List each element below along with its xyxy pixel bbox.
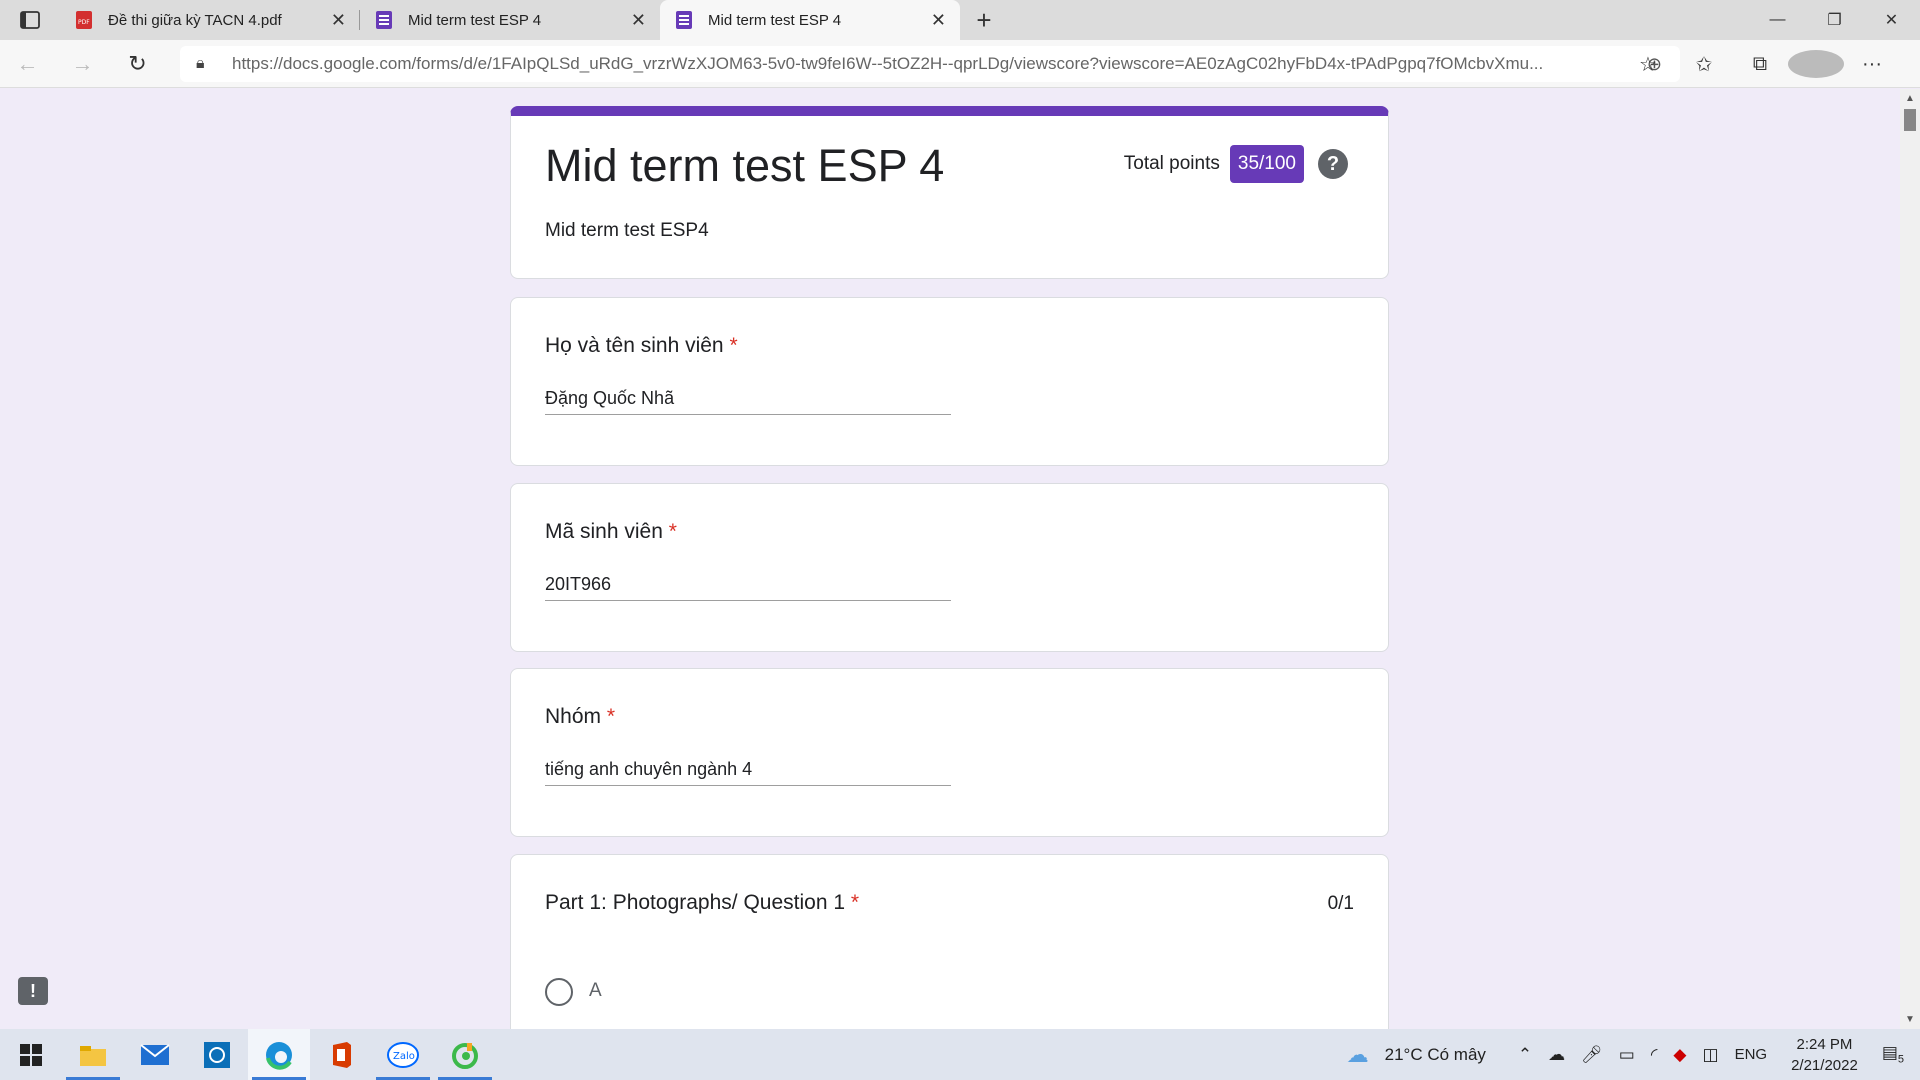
scrollbar-thumb[interactable] [1904,109,1916,131]
page-title: Mid term test ESP 4 [545,140,945,191]
form-page: Mid term test ESP 4 Mid term test ESP4 T… [0,89,1900,1029]
refresh-icon[interactable]: ↻ [110,40,165,88]
close-tab-icon[interactable]: ✕ [631,10,646,31]
question-card-group: Nhóm * tiếng anh chuyên ngành 4 [510,668,1389,837]
url-text[interactable]: https://docs.google.com/forms/d/e/1FAIpQ… [232,54,1612,74]
help-icon[interactable]: ? [1318,149,1348,179]
lock-icon: 🔒︎ [196,55,205,72]
add-favorite-icon[interactable]: ☆ [1620,52,1676,77]
address-toolbar: ← → ↻ 🔒︎ https://docs.google.com/forms/d… [0,40,1920,88]
scroll-up-icon[interactable]: ▲ [1905,93,1915,104]
weather-text[interactable]: 21°C Có mây [1385,1045,1486,1065]
question-card-student-id: Mã sinh viên * 20IT966 [510,483,1389,652]
required-mark: * [850,891,860,914]
question-label: Họ và tên sinh viên * [545,334,738,358]
clock[interactable]: 2:24 PM 2/21/2022 [1791,1034,1858,1076]
favorites-icon[interactable]: ✩ [1676,52,1732,77]
required-mark: * [668,520,677,543]
tab-label: Đề thi giữa kỳ TACN 4.pdf [108,11,282,29]
pdf-icon: PDF [76,11,92,29]
tab-form-2[interactable]: Mid term test ESP 4 ✕ [660,0,960,40]
option-label: A [589,980,602,1001]
score-badge: 35/100 [1229,145,1304,183]
more-options-icon[interactable]: ··· [1844,53,1900,76]
form-description: Mid term test ESP4 [545,220,709,241]
file-explorer-icon[interactable] [62,1029,124,1080]
question-label: Nhóm * [545,705,615,729]
chevron-up-icon[interactable]: ⌃ [1518,1045,1532,1065]
close-tab-icon[interactable]: ✕ [331,10,346,31]
question-text: Họ và tên sinh viên [545,334,724,357]
onedrive-icon[interactable]: ☁ [1548,1045,1565,1065]
radio-option-a[interactable] [545,978,573,1006]
window-controls: — ❐ ✕ [1749,0,1920,40]
tab-pdf[interactable]: PDF Đề thi giữa kỳ TACN 4.pdf ✕ [60,0,360,40]
clock-time: 2:24 PM [1796,1035,1853,1053]
question-label: Part 1: Photographs/ Question 1 * [545,891,859,915]
svg-text:PDF: PDF [78,19,90,26]
system-tray: ☁ 21°C Có mây ⌃ ☁ 🎤︎ ▭ ◜ ◆ ◫ ENG 2:24 PM… [1339,1029,1920,1080]
start-button[interactable] [0,1029,62,1080]
forms-icon [676,11,692,29]
answer-field: tiếng anh chuyên ngành 4 [545,759,951,786]
question-label: Mã sinh viên * [545,520,677,544]
browser-toolbar-right: ☆ ✩ ⧉ ··· [1620,40,1900,88]
dropbox-icon[interactable]: ◆ [1673,1045,1686,1065]
svg-text:Zalo: Zalo [393,1051,415,1062]
url-bar[interactable]: 🔒︎ https://docs.google.com/forms/d/e/1FA… [180,46,1680,82]
mail-icon[interactable] [124,1029,186,1080]
tab-label: Mid term test ESP 4 [408,11,542,29]
tab-form-1[interactable]: Mid term test ESP 4 ✕ [360,0,660,40]
edge-icon[interactable] [248,1029,310,1080]
feedback-icon[interactable]: ! [18,977,48,1005]
office-icon[interactable] [310,1029,372,1080]
question-text: Part 1: Photographs/ Question 1 [545,891,846,914]
answer-field: 20IT966 [545,574,951,601]
close-window-icon[interactable]: ✕ [1863,0,1920,40]
tab-actions-icon [20,11,40,29]
wifi-icon[interactable]: ◜ [1651,1045,1658,1065]
profile-button[interactable] [1788,50,1844,78]
language-indicator[interactable]: ENG [1735,1046,1768,1063]
notifications-icon[interactable]: ▤5 [1882,1043,1904,1065]
scroll-down-icon[interactable]: ▼ [1905,1014,1915,1025]
microphone-icon[interactable]: 🎤︎ [1581,1045,1603,1065]
restore-icon[interactable]: ❐ [1806,0,1863,40]
forms-icon [376,11,392,29]
forward-icon[interactable]: → [55,40,110,88]
question-text: Mã sinh viên [545,520,663,543]
notification-count: 5 [1897,1053,1904,1066]
total-points-label: Total points [1123,153,1220,174]
tab-actions-button[interactable] [0,0,60,40]
weather-icon[interactable]: ☁ [1347,1042,1369,1068]
avatar [1788,50,1844,78]
form-header-card: Mid term test ESP 4 Mid term test ESP4 T… [510,106,1389,279]
question-points: 0/1 [1327,893,1354,914]
minimize-icon[interactable]: — [1749,0,1806,40]
question-card-name: Họ và tên sinh viên * Đặng Quốc Nhã [510,297,1389,466]
answer-field: Đặng Quốc Nhã [545,388,951,415]
zalo-icon[interactable]: Zalo [372,1029,434,1080]
coccoc-icon[interactable] [434,1029,496,1080]
browser-tab-bar: PDF Đề thi giữa kỳ TACN 4.pdf ✕ Mid term… [0,0,1920,40]
taskbar: Zalo ☁ 21°C Có mây ⌃ ☁ 🎤︎ ▭ ◜ ◆ ◫ ENG 2:… [0,1029,1920,1080]
windows-icon [20,1043,42,1066]
dell-app-icon[interactable] [186,1029,248,1080]
scrollbar[interactable]: ▲ ▼ [1900,89,1920,1029]
question-text: Nhóm [545,705,602,728]
clock-date: 2/21/2022 [1791,1056,1858,1074]
tab-label: Mid term test ESP 4 [708,11,842,29]
back-icon[interactable]: ← [0,40,55,88]
volume-icon[interactable]: ◫ [1703,1045,1719,1065]
new-tab-button[interactable]: + [960,0,1008,40]
battery-icon[interactable]: ▭ [1619,1045,1635,1065]
required-mark: * [606,705,616,728]
question-card-part1: Part 1: Photographs/ Question 1 * 0/1 A [510,854,1389,1029]
collections-icon[interactable]: ⧉ [1732,53,1788,76]
required-mark: * [729,334,738,357]
close-tab-icon[interactable]: ✕ [931,10,946,31]
total-points: Total points 35/100 ? [1124,145,1348,183]
